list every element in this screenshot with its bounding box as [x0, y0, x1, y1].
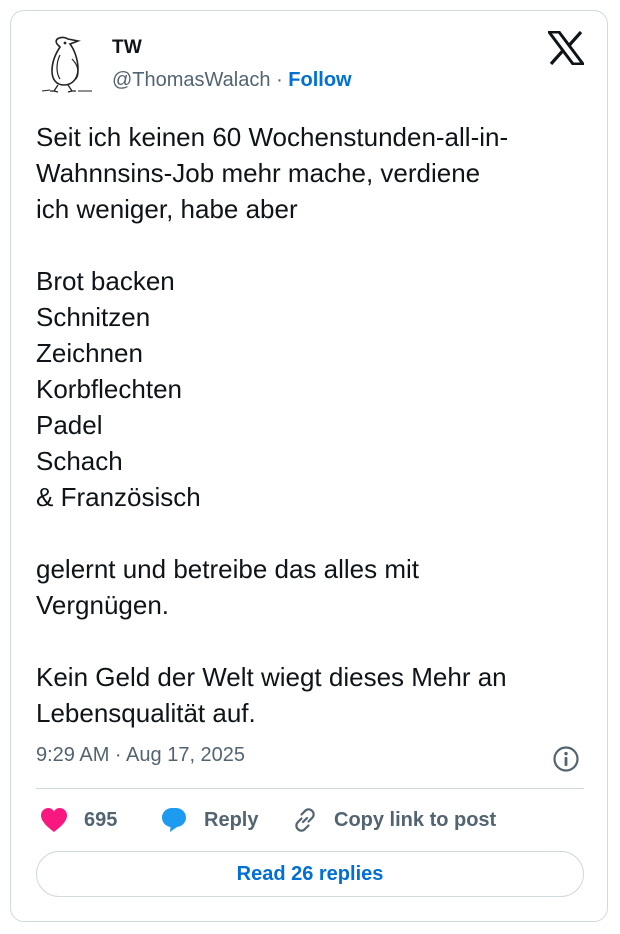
reply-button[interactable]: Reply — [160, 804, 258, 836]
likes-count: 695 — [84, 808, 118, 831]
author-handle[interactable]: @ThomasWalach — [112, 69, 271, 91]
read-replies-button[interactable]: Read 26 replies — [36, 851, 584, 897]
avatar[interactable] — [38, 33, 96, 95]
read-replies-label: Read 26 replies — [236, 862, 384, 885]
divider — [36, 788, 584, 789]
heart-icon — [41, 808, 67, 832]
copy-link-button[interactable]: Copy link to post — [290, 804, 496, 836]
like-button[interactable]: 695 — [40, 804, 117, 836]
author-name[interactable]: TW — [112, 37, 142, 59]
link-icon — [295, 808, 315, 832]
reply-bubble-icon — [162, 808, 186, 832]
info-icon[interactable] — [552, 745, 580, 773]
reply-label: Reply — [204, 808, 259, 831]
copy-link-label: Copy link to post — [334, 808, 497, 831]
author-meta-line: @ThomasWalach · Follow — [112, 69, 352, 92]
tweet-text: Seit ich keinen 60 Wochenstunden-all-in-… — [36, 122, 509, 728]
follow-button[interactable]: Follow — [288, 69, 351, 91]
x-logo-icon[interactable] — [546, 30, 586, 66]
meta-separator: · — [276, 69, 283, 91]
penguin-sketch-avatar-icon — [41, 36, 92, 93]
post-timestamp[interactable]: 9:29 AM · Aug 17, 2025 — [36, 744, 245, 767]
